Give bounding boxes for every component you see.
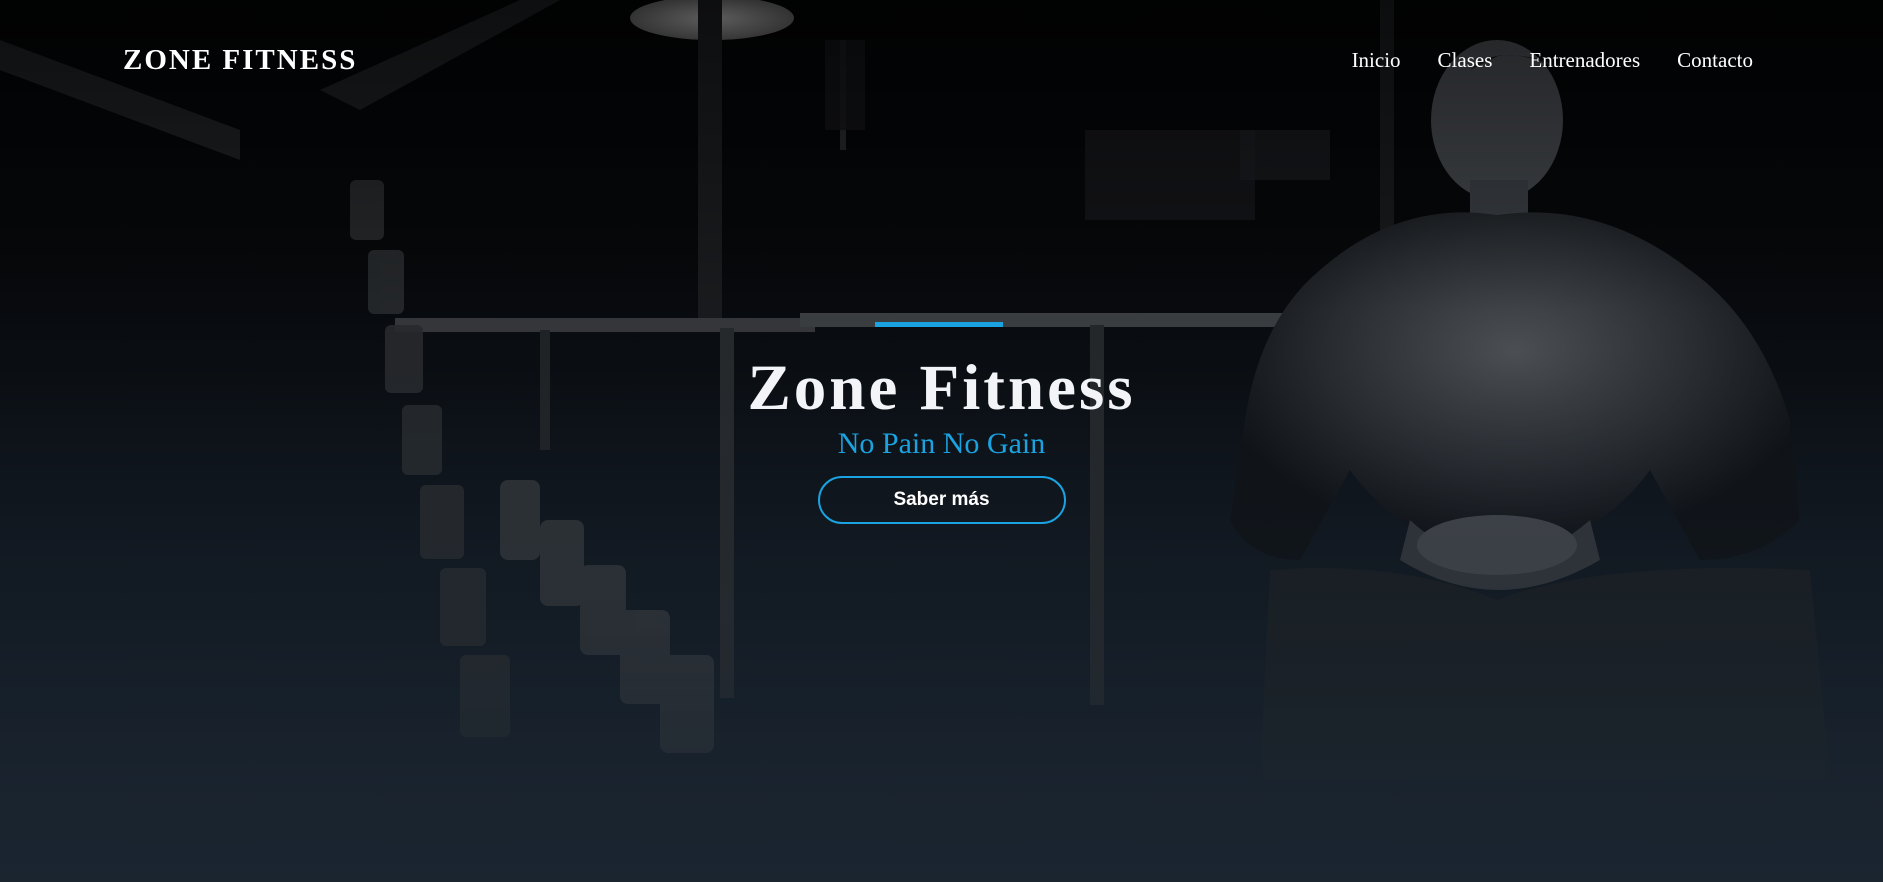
accent-divider <box>875 322 1003 327</box>
hero-section: ZONE FITNESS Inicio Clases Entrenadores … <box>0 0 1883 882</box>
nav-link-clases[interactable]: Clases <box>1438 47 1493 73</box>
hero-title: Zone Fitness <box>747 352 1136 424</box>
nav-link-inicio[interactable]: Inicio <box>1352 47 1401 73</box>
navbar: ZONE FITNESS Inicio Clases Entrenadores … <box>0 0 1883 120</box>
hero-subtitle: No Pain No Gain <box>837 427 1046 460</box>
site-logo[interactable]: ZONE FITNESS <box>123 42 357 78</box>
hero-content: Zone Fitness No Pain No Gain Saber más <box>0 322 1883 524</box>
nav-link-contacto[interactable]: Contacto <box>1677 47 1753 73</box>
saber-mas-button[interactable]: Saber más <box>817 476 1066 524</box>
nav-link-entrenadores[interactable]: Entrenadores <box>1529 47 1640 73</box>
nav-links: Inicio Clases Entrenadores Contacto <box>1352 47 1753 73</box>
